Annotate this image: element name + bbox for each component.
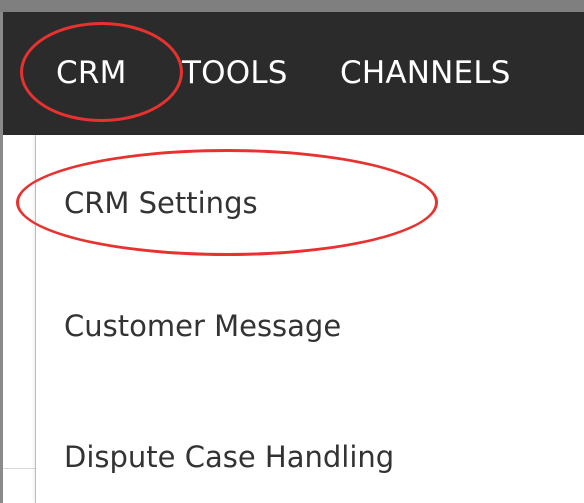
- nav-item-tools[interactable]: TOOLS: [182, 48, 288, 98]
- nav-item-channels[interactable]: CHANNELS: [340, 48, 511, 98]
- panel-divider: [3, 468, 35, 469]
- menu-item-crm-settings[interactable]: CRM Settings: [64, 173, 258, 233]
- nav-item-crm[interactable]: CRM: [56, 48, 127, 98]
- menu-item-dispute-case-handling[interactable]: Dispute Case Handling: [64, 427, 394, 487]
- crm-dropdown-menu: CRM Settings Customer Message Dispute Ca…: [36, 135, 584, 503]
- nav-left-edge: [0, 12, 3, 135]
- window-top-border: [0, 0, 584, 12]
- panel-left-edge: [0, 135, 3, 503]
- top-nav-bar: CRM TOOLS CHANNELS: [0, 12, 584, 135]
- left-side-panel: [0, 135, 36, 503]
- menu-item-customer-message[interactable]: Customer Message: [64, 296, 341, 356]
